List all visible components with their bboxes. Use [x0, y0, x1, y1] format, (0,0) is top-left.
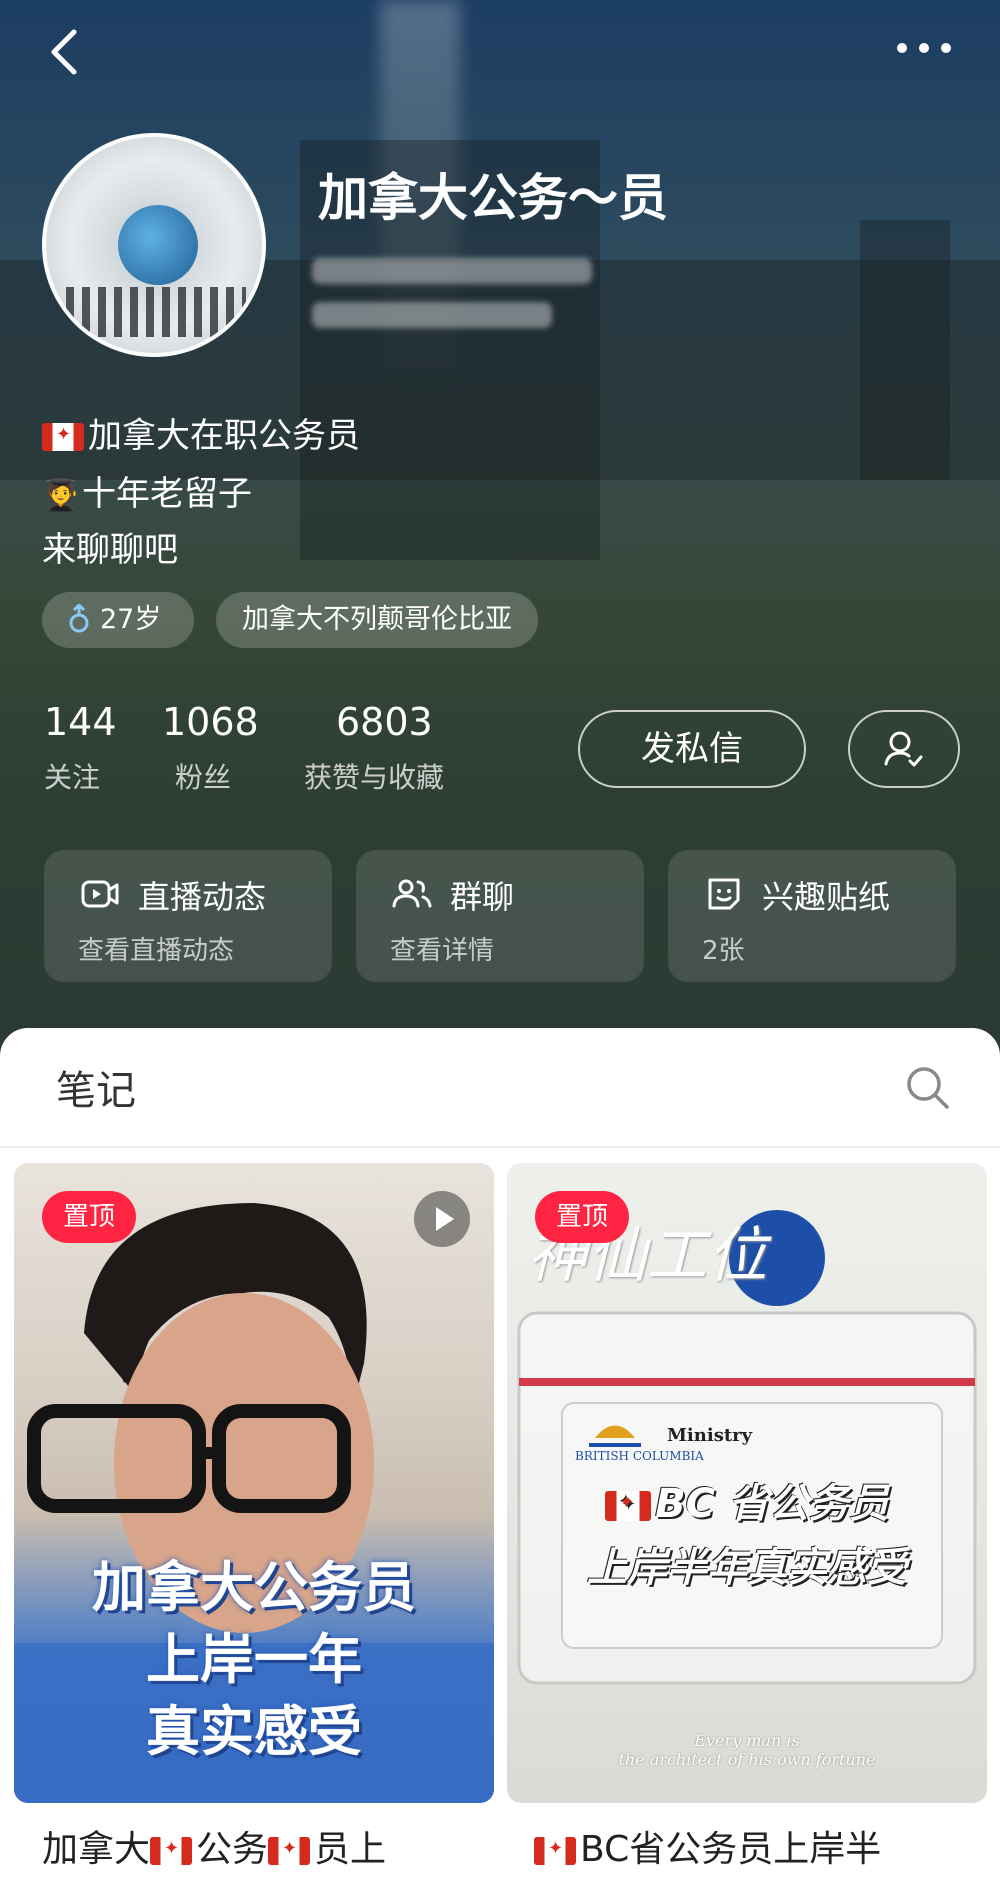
note-title[interactable]: BC省公务员上岸半	[534, 1820, 881, 1872]
more-options-button[interactable]	[892, 28, 956, 68]
stickers-card[interactable]: 兴趣贴纸 2张	[668, 850, 956, 982]
note-card[interactable]: 神仙工位 BRITISH COLUMBIA Ministry 置顶 BC 省公务…	[507, 1163, 987, 1803]
cover-text-line: 真实感受	[146, 1700, 362, 1763]
cover-text-line: 上岸半年真实感受	[587, 1545, 907, 1591]
note-title[interactable]: 加拿大公务员上	[42, 1820, 386, 1872]
live-camera-icon	[81, 880, 119, 908]
tab-notes[interactable]: 笔记	[56, 1058, 136, 1116]
bio-line-1: 加拿大在职公务员	[42, 408, 360, 457]
quote-text: Every man is the architect of his own fo…	[618, 1731, 876, 1769]
globe-illustration	[118, 205, 198, 285]
canada-flag-icon	[150, 1837, 193, 1865]
more-dots-icon	[897, 43, 951, 53]
ministry-text: Ministry	[667, 1425, 753, 1446]
search-button[interactable]	[904, 1064, 952, 1112]
following-label: 关注	[44, 761, 101, 794]
send-message-button[interactable]: 发私信	[578, 710, 806, 788]
following-count[interactable]: 144	[44, 700, 117, 744]
sticker-icon	[708, 878, 740, 910]
age-tag: 27岁	[42, 592, 194, 648]
back-button[interactable]	[40, 22, 90, 82]
cover-text-line: BC 省公务员	[507, 1471, 987, 1529]
canada-flag-icon	[42, 423, 84, 451]
live-activity-card[interactable]: 直播动态 查看直播动态	[44, 850, 332, 982]
pinned-badge: 置顶	[42, 1191, 136, 1243]
user-check-icon	[884, 731, 923, 767]
likes-label: 获赞与收藏	[304, 761, 445, 794]
building-tower	[860, 220, 950, 480]
stickers-title: 兴趣贴纸	[762, 878, 891, 916]
group-chat-card[interactable]: 群聊 查看详情	[356, 850, 644, 982]
graduate-icon: 🧑‍🎓	[42, 478, 80, 513]
redacted-location	[312, 302, 552, 328]
location-tag: 加拿大不列颠哥伦比亚	[216, 592, 538, 648]
bio-line-2: 🧑‍🎓十年老留子	[42, 474, 252, 514]
crowd-illustration	[66, 287, 246, 337]
followers-label: 粉丝	[175, 761, 232, 794]
followers-count[interactable]: 1068	[162, 700, 259, 744]
group-chat-subtitle: 查看详情	[390, 936, 495, 966]
likes-count[interactable]: 6803	[336, 700, 433, 744]
search-icon	[907, 1067, 949, 1109]
video-play-icon	[414, 1191, 470, 1247]
cover-text-line: 上岸一年	[146, 1628, 362, 1691]
group-chat-title: 群聊	[450, 878, 515, 916]
male-gender-icon	[69, 602, 89, 633]
redacted-id	[312, 258, 592, 284]
stickers-subtitle: 2张	[702, 936, 745, 966]
bio-line-3: 来聊聊吧	[42, 530, 178, 570]
canada-flag-icon	[605, 1491, 652, 1521]
avatar[interactable]	[42, 133, 266, 357]
group-icon	[392, 879, 432, 908]
canada-flag-icon	[534, 1837, 576, 1865]
bc-logo-text: BRITISH COLUMBIA	[575, 1449, 704, 1463]
live-activity-title: 直播动态	[138, 878, 267, 916]
canada-flag-icon	[268, 1837, 311, 1865]
divider	[0, 1146, 1000, 1148]
username: 加拿大公务～员	[318, 169, 668, 227]
note-card[interactable]: 置顶 加拿大公务员 上岸一年 真实感受	[14, 1163, 494, 1803]
cover-text-line: 加拿大公务员	[92, 1556, 416, 1619]
live-activity-subtitle: 查看直播动态	[78, 936, 235, 966]
follow-status-button[interactable]	[848, 710, 960, 788]
pinned-badge: 置顶	[535, 1191, 629, 1243]
chevron-left-icon	[51, 29, 77, 75]
